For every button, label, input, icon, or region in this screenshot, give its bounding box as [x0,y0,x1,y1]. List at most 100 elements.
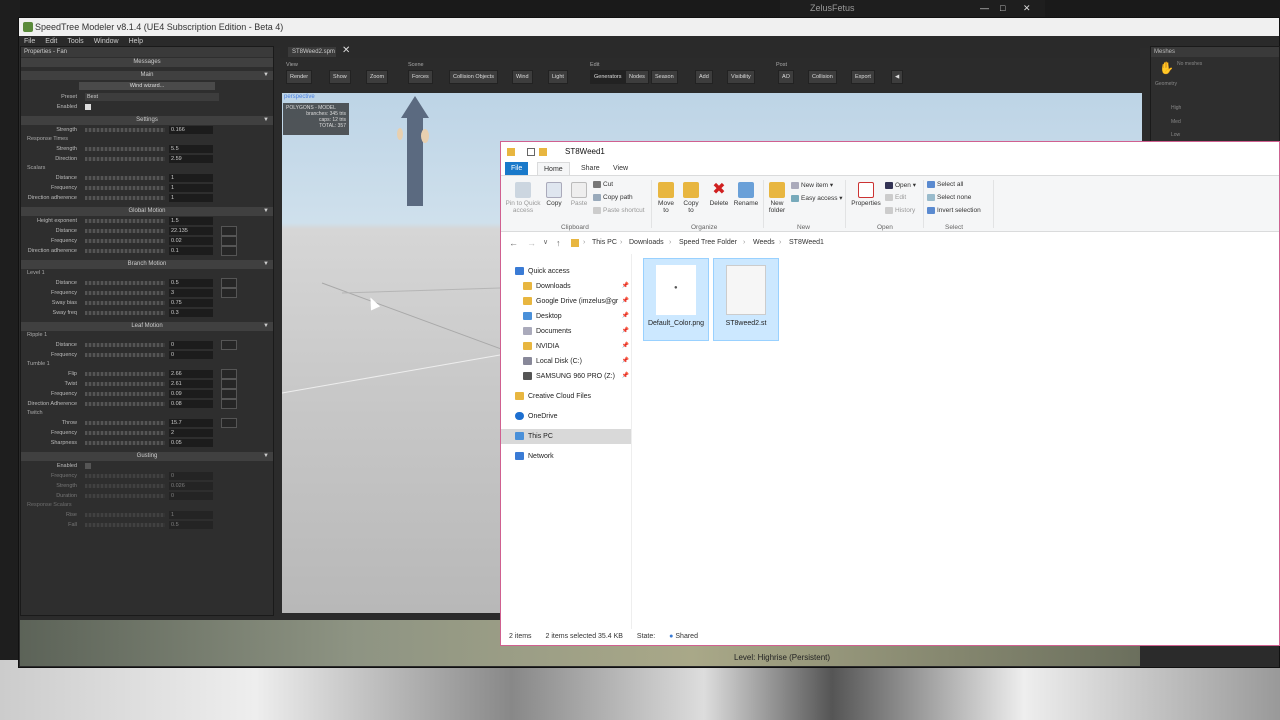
nav-desktop[interactable]: Desktop 📌 [501,309,631,324]
tw-frequency-slider[interactable] [85,431,165,435]
pin-quick-access-button[interactable]: Pin to Quick access [505,182,541,214]
r-frequency-field[interactable]: 0 [169,351,213,359]
twist-field[interactable]: 2.61 [169,380,213,388]
history-button[interactable]: History [885,207,915,214]
season-button[interactable]: Season [651,70,678,84]
t-diradh-field[interactable]: 0.08 [169,400,213,408]
tw-frequency-field[interactable]: 2 [169,429,213,437]
branch-motion-header[interactable]: Branch Motion ▼ [21,260,273,269]
throw-field[interactable]: 15.7 [169,419,213,427]
wind-button[interactable]: Wind [512,70,533,84]
nav-documents[interactable]: Documents 📌 [501,324,631,339]
gusting-header[interactable]: Gusting ▼ [21,452,273,461]
bm-distance-field[interactable]: 0.5 [169,279,213,287]
height-exp-slider[interactable] [85,219,165,223]
gm-distance-slider[interactable] [85,229,165,233]
generators-button[interactable]: Generators [590,70,626,84]
r-distance-field[interactable]: 0 [169,341,213,349]
sway-freq-slider[interactable] [85,311,165,315]
rt-direction-slider[interactable] [85,157,165,161]
viewport-label[interactable]: perspective [284,94,315,100]
gust-strength-slider[interactable] [85,484,165,488]
move-to-button[interactable]: Move to [655,182,677,214]
rename-button[interactable]: Rename [733,182,759,207]
sway-bias-slider[interactable] [85,301,165,305]
strength-slider[interactable] [85,128,165,132]
nav-creative-cloud[interactable]: Creative Cloud Files [501,389,631,404]
sc-distance-slider[interactable] [85,176,165,180]
fall-field[interactable]: 0.5 [169,521,213,529]
t-frequency-field[interactable]: 0.09 [169,390,213,398]
gm-distance-field[interactable]: 22.135 [169,227,213,235]
document-tab[interactable]: ST8Weed2.spm [288,47,336,57]
nav-network[interactable]: Network [501,449,631,464]
rt-direction-field[interactable]: 2.59 [169,155,213,163]
render-button[interactable]: Render [286,70,313,84]
sc-diradh-slider[interactable] [85,196,165,200]
curve-icon[interactable] [221,389,237,399]
select-none-button[interactable]: Select none [927,194,971,201]
new-item-button[interactable]: New item ▾ [791,181,833,189]
strength-field[interactable]: 0.166 [169,126,213,134]
file-item[interactable]: ● Default_Color.png [643,258,709,341]
sc-frequency-field[interactable]: 1 [169,184,213,192]
flip-slider[interactable] [85,372,165,376]
rt-strength-slider[interactable] [85,147,165,151]
sharpness-field[interactable]: 0.05 [169,439,213,447]
collision-objects-button[interactable]: Collision Objects [449,70,498,84]
nav-local-disk[interactable]: Local Disk (C:) 📌 [501,354,631,369]
visibility-button[interactable]: Visibility [727,70,755,84]
curve-icon[interactable] [221,340,237,350]
ao-button[interactable]: AO [778,70,794,84]
curve-icon[interactable] [221,246,237,256]
gust-enabled-checkbox[interactable] [85,463,91,469]
t-frequency-slider[interactable] [85,392,165,396]
tab-share[interactable]: Share [575,162,606,175]
nav-downloads[interactable]: Downloads 📌 [501,279,631,294]
tab-view[interactable]: View [607,162,634,175]
sharpness-slider[interactable] [85,441,165,445]
copy-button[interactable]: Copy [543,182,565,207]
gm-frequency-slider[interactable] [85,239,165,243]
curve-icon[interactable] [221,418,237,428]
nav-google-drive[interactable]: Google Drive (imzelus@gr 📌 [501,294,631,309]
nav-this-pc[interactable]: This PC [501,429,631,444]
sc-distance-field[interactable]: 1 [169,174,213,182]
breadcrumb-weeds[interactable]: Weeds [753,234,775,252]
nodes-button[interactable]: Nodes [625,70,649,84]
gust-strength-field[interactable]: 0.026 [169,482,213,490]
sway-bias-field[interactable]: 0.75 [169,299,213,307]
global-motion-header[interactable]: Global Motion ▼ [21,207,273,216]
rise-slider[interactable] [85,513,165,517]
curve-icon[interactable] [221,226,237,236]
gust-frequency-field[interactable]: 0 [169,472,213,480]
hand-icon[interactable]: ✋ [1159,61,1174,75]
open-button[interactable]: Open ▾ [885,181,916,189]
nav-quick-access[interactable]: Quick access [501,264,631,279]
tab-file[interactable]: File [505,162,529,175]
flip-field[interactable]: 2.66 [169,370,213,378]
breadcrumb-speed-tree-folder[interactable]: Speed Tree Folder [679,234,737,252]
breadcrumb-downloads[interactable]: Downloads [629,234,664,252]
t-diradh-slider[interactable] [85,402,165,406]
sc-diradh-field[interactable]: 1 [169,194,213,202]
rise-field[interactable]: 1 [169,511,213,519]
gust-frequency-slider[interactable] [85,474,165,478]
forces-button[interactable]: Forces [408,70,433,84]
cut-button[interactable]: Cut [593,181,613,188]
curve-icon[interactable] [221,236,237,246]
minimize-icon[interactable]: — [980,0,989,17]
rt-strength-field[interactable]: 5.5 [169,145,213,153]
twist-slider[interactable] [85,382,165,386]
bm-frequency-field[interactable]: 3 [169,289,213,297]
sway-freq-field[interactable]: 0.3 [169,309,213,317]
delete-button[interactable]: ✖ Delete [707,182,731,208]
r-frequency-slider[interactable] [85,353,165,357]
height-exp-field[interactable]: 1.5 [169,217,213,225]
back-icon[interactable]: ← [509,234,518,252]
add-button[interactable]: Add [695,70,713,84]
settings-section-header[interactable]: Settings ▼ [21,116,273,125]
copy-to-button[interactable]: Copy to [680,182,702,214]
enabled-checkbox[interactable] [85,104,91,110]
back-arrow-icon[interactable]: ◀ [891,70,904,84]
